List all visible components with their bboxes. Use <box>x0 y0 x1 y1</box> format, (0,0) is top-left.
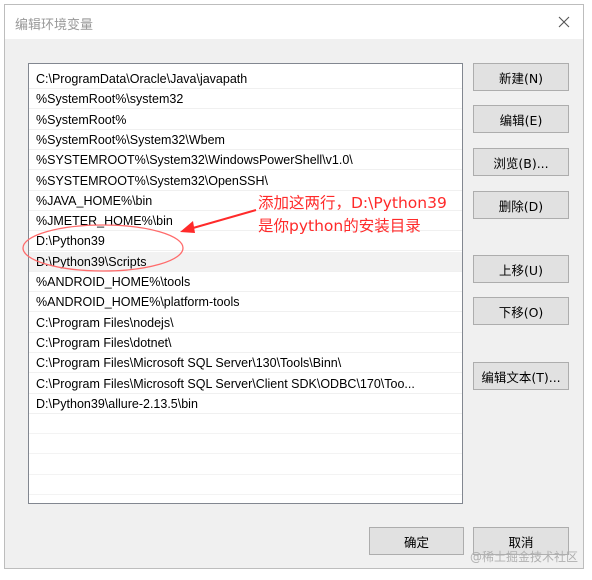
path-listbox[interactable]: C:\ProgramData\Oracle\Java\javapath %Syst… <box>28 63 463 504</box>
path-list-item[interactable]: D:\Python39\allure-2.13.5\bin <box>29 394 462 414</box>
path-list-item[interactable]: %SYSTEMROOT%\System32\WindowsPowerShell\… <box>29 150 462 171</box>
path-list-item[interactable]: C:\ProgramData\Oracle\Java\javapath <box>29 69 462 89</box>
edit-text-button[interactable]: 编辑文本(T)... <box>473 362 569 390</box>
path-list-item[interactable]: C:\Program Files\Microsoft SQL Server\Cl… <box>29 374 462 394</box>
empty-list-row[interactable] <box>29 414 462 435</box>
edit-button[interactable]: 编辑(E) <box>473 105 569 133</box>
path-list-item[interactable]: %ANDROID_HOME%\platform-tools <box>29 292 462 313</box>
ok-button[interactable]: 确定 <box>369 527 464 555</box>
path-list-item[interactable]: C:\Program Files\dotnet\ <box>29 333 462 353</box>
empty-list-row[interactable] <box>29 455 462 475</box>
path-list-item[interactable]: %SystemRoot% <box>29 110 462 130</box>
annotation-text: 添加这两行，D:\Python39 是你python的安装目录 <box>258 192 447 238</box>
empty-list-row[interactable] <box>29 434 462 455</box>
path-list-item[interactable]: C:\Program Files\nodejs\ <box>29 313 462 333</box>
path-list-item[interactable]: C:\Program Files\Microsoft SQL Server\13… <box>29 353 462 374</box>
path-list-item[interactable]: %ANDROID_HOME%\tools <box>29 272 462 292</box>
path-list-item[interactable]: %SystemRoot%\System32\Wbem <box>29 130 462 150</box>
path-list-item[interactable]: %SYSTEMROOT%\System32\OpenSSH\ <box>29 171 462 191</box>
move-up-button[interactable]: 上移(U) <box>473 255 569 283</box>
window-title: 编辑环境变量 <box>15 18 94 33</box>
move-down-button[interactable]: 下移(O) <box>473 297 569 325</box>
new-button[interactable]: 新建(N) <box>473 63 569 91</box>
close-icon <box>558 16 570 28</box>
annotation-line-1: 添加这两行，D:\Python39 <box>258 194 447 212</box>
path-list-item[interactable]: %SystemRoot%\system32 <box>29 89 462 110</box>
empty-list-row[interactable] <box>29 475 462 495</box>
title-bar: 编辑环境变量 <box>5 5 583 39</box>
edit-env-var-dialog: 编辑环境变量 C:\ProgramData\Oracle\Java\javapa… <box>4 4 584 569</box>
path-list-item[interactable]: D:\Python39\Scripts <box>29 251 462 272</box>
close-button[interactable] <box>549 9 579 35</box>
watermark: @稀土掘金技术社区 <box>470 550 579 564</box>
browse-button[interactable]: 浏览(B)... <box>473 148 569 176</box>
annotation-line-2: 是你python的安装目录 <box>258 217 421 235</box>
delete-button[interactable]: 删除(D) <box>473 191 569 219</box>
